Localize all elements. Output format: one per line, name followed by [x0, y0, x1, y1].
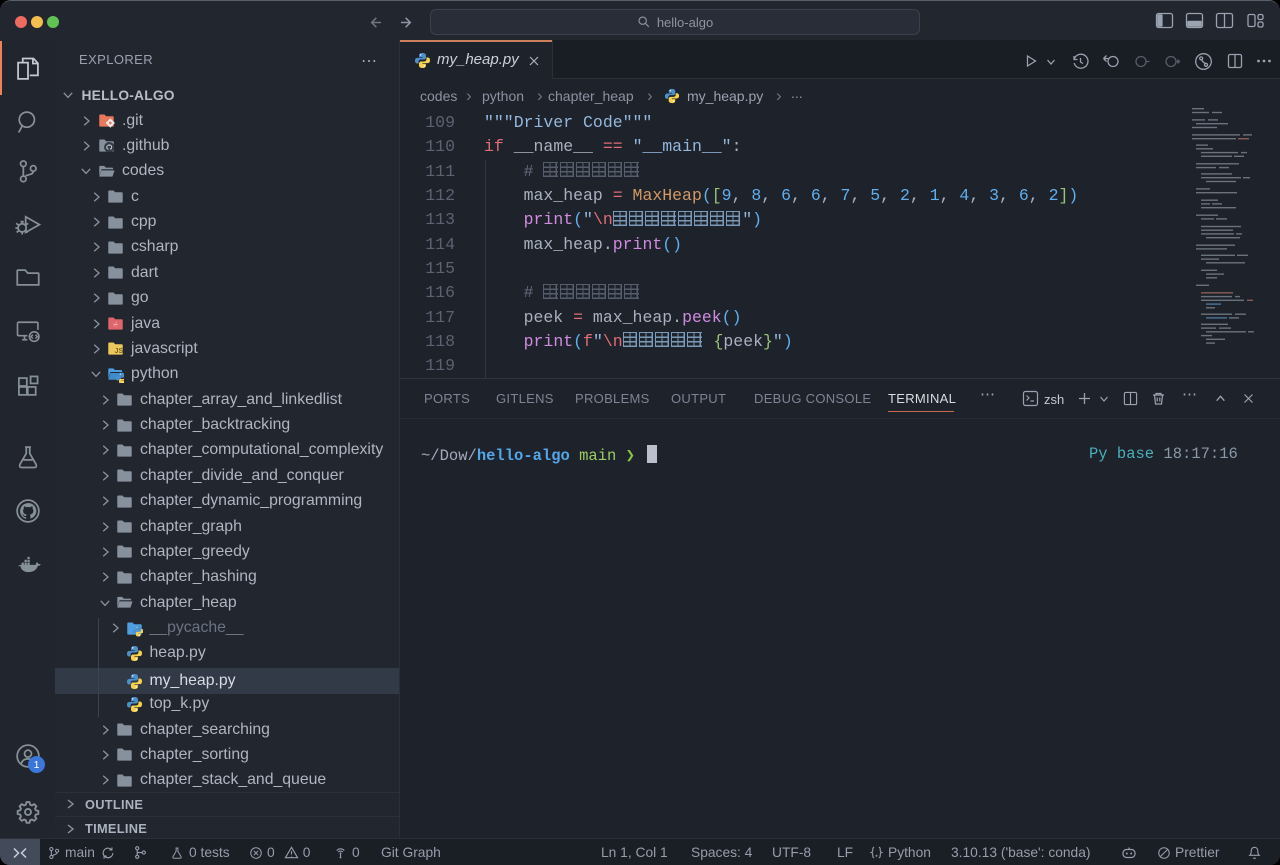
svg-text:JS: JS — [115, 348, 124, 355]
